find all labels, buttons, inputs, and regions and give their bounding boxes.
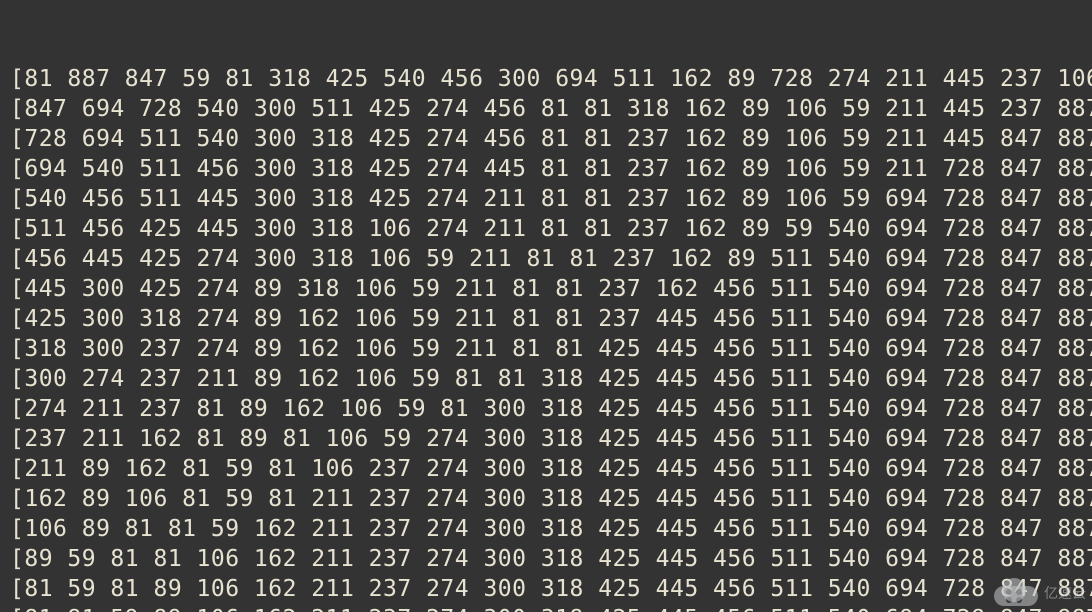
array-output: [81 887 847 59 81 318 425 540 456 300 69… (10, 64, 1082, 612)
array-row: [318 300 237 274 89 162 106 59 211 81 81… (10, 334, 1082, 364)
array-row: [728 694 511 540 300 318 425 274 456 81 … (10, 124, 1082, 154)
array-row-text: [694 540 511 456 300 318 425 274 445 81 … (10, 156, 1092, 182)
array-row-text: [81 887 847 59 81 318 425 540 456 300 69… (10, 66, 1092, 92)
array-row: [847 694 728 540 300 511 425 274 456 81 … (10, 94, 1082, 124)
array-row-text: [89 59 81 81 106 162 211 237 274 300 318… (10, 546, 1092, 572)
array-row: [89 59 81 81 106 162 211 237 274 300 318… (10, 544, 1082, 574)
array-row: [511 456 425 445 300 318 106 274 211 81 … (10, 214, 1082, 244)
array-row: [456 445 425 274 300 318 106 59 211 81 8… (10, 244, 1082, 274)
array-row-text: [540 456 511 445 300 318 425 274 211 81 … (10, 186, 1092, 212)
array-row-text: [162 89 106 81 59 81 211 237 274 300 318… (10, 486, 1092, 512)
array-row: [300 274 237 211 89 162 106 59 81 81 318… (10, 364, 1082, 394)
array-row-text: [728 694 511 540 300 318 425 274 456 81 … (10, 126, 1092, 152)
array-row: [81 59 81 89 106 162 211 237 274 300 318… (10, 574, 1082, 604)
array-row: [81 887 847 59 81 318 425 540 456 300 69… (10, 64, 1082, 94)
array-row: [540 456 511 445 300 318 425 274 211 81 … (10, 184, 1082, 214)
array-row-text: [445 300 425 274 89 318 106 59 211 81 81… (10, 276, 1092, 302)
array-row-text: [81 81 59 89 106 162 211 237 274 300 318… (10, 606, 1092, 612)
array-row-text: [300 274 237 211 89 162 106 59 81 81 318… (10, 366, 1092, 392)
array-row: [211 89 162 81 59 81 106 237 274 300 318… (10, 454, 1082, 484)
array-row: [162 89 106 81 59 81 211 237 274 300 318… (10, 484, 1082, 514)
array-row-text: [106 89 81 81 59 162 211 237 274 300 318… (10, 516, 1092, 542)
array-row-text: [211 89 162 81 59 81 106 237 274 300 318… (10, 456, 1092, 482)
array-row-text: [237 211 162 81 89 81 106 59 274 300 318… (10, 426, 1092, 452)
array-row: [425 300 318 274 89 162 106 59 211 81 81… (10, 304, 1082, 334)
terminal-output: [81 887 847 59 81 318 425 540 456 300 69… (0, 0, 1092, 612)
array-row: [237 211 162 81 89 81 106 59 274 300 318… (10, 424, 1082, 454)
array-row: [81 81 59 89 106 162 211 237 274 300 318… (10, 604, 1082, 612)
array-row: [106 89 81 81 59 162 211 237 274 300 318… (10, 514, 1082, 544)
array-row-text: [318 300 237 274 89 162 106 59 211 81 81… (10, 336, 1092, 362)
array-row-text: [456 445 425 274 300 318 106 59 211 81 8… (10, 246, 1092, 272)
array-row-text: [81 59 81 89 106 162 211 237 274 300 318… (10, 576, 1092, 602)
array-row-text: [425 300 318 274 89 162 106 59 211 81 81… (10, 306, 1092, 332)
array-row-text: [847 694 728 540 300 511 425 274 456 81 … (10, 96, 1092, 122)
array-row-text: [274 211 237 81 89 162 106 59 81 300 318… (10, 396, 1092, 422)
array-row-text: [511 456 425 445 300 318 106 274 211 81 … (10, 216, 1092, 242)
array-row: [274 211 237 81 89 162 106 59 81 300 318… (10, 394, 1082, 424)
array-row: [445 300 425 274 89 318 106 59 211 81 81… (10, 274, 1082, 304)
array-row: [694 540 511 456 300 318 425 274 445 81 … (10, 154, 1082, 184)
